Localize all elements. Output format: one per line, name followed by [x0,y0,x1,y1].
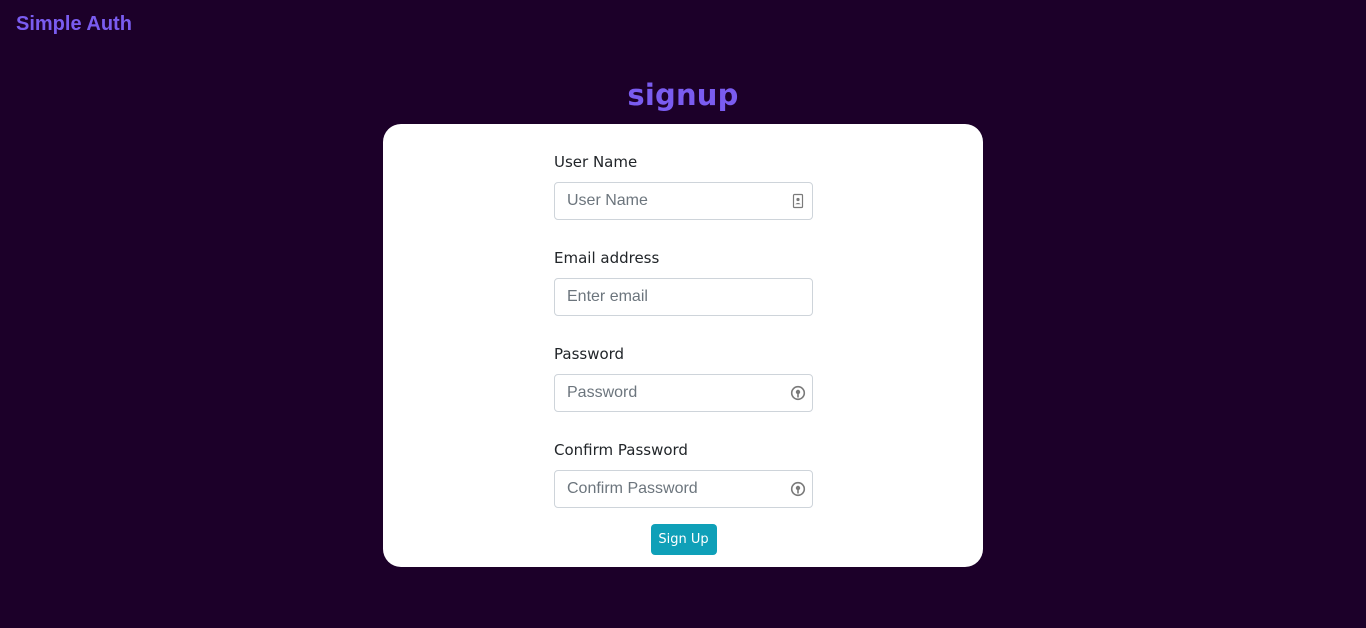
sign-up-button[interactable]: Sign Up [650,524,717,555]
signup-card: User Name Email address Password Confirm… [383,124,983,567]
password-label: Password [554,345,625,363]
email-label: Email address [554,249,660,267]
email-field-wrapper [554,278,813,316]
submit-row: Sign Up [554,524,813,555]
signup-form: User Name Email address Password Confirm… [554,152,813,555]
username-label: User Name [554,153,638,171]
page-title: signup [627,78,739,112]
password-input[interactable] [554,374,813,412]
password-manager-icon[interactable] [790,481,806,497]
confirm-password-field-wrapper [554,470,813,508]
confirm-password-label: Confirm Password [554,441,688,459]
email-input[interactable] [554,278,813,316]
contact-card-icon[interactable] [790,193,806,209]
brand-link[interactable]: Simple Auth [16,13,132,36]
username-field-wrapper [554,182,813,220]
password-field-wrapper [554,374,813,412]
password-manager-icon[interactable] [790,385,806,401]
username-input[interactable] [554,182,813,220]
confirm-password-input[interactable] [554,470,813,508]
